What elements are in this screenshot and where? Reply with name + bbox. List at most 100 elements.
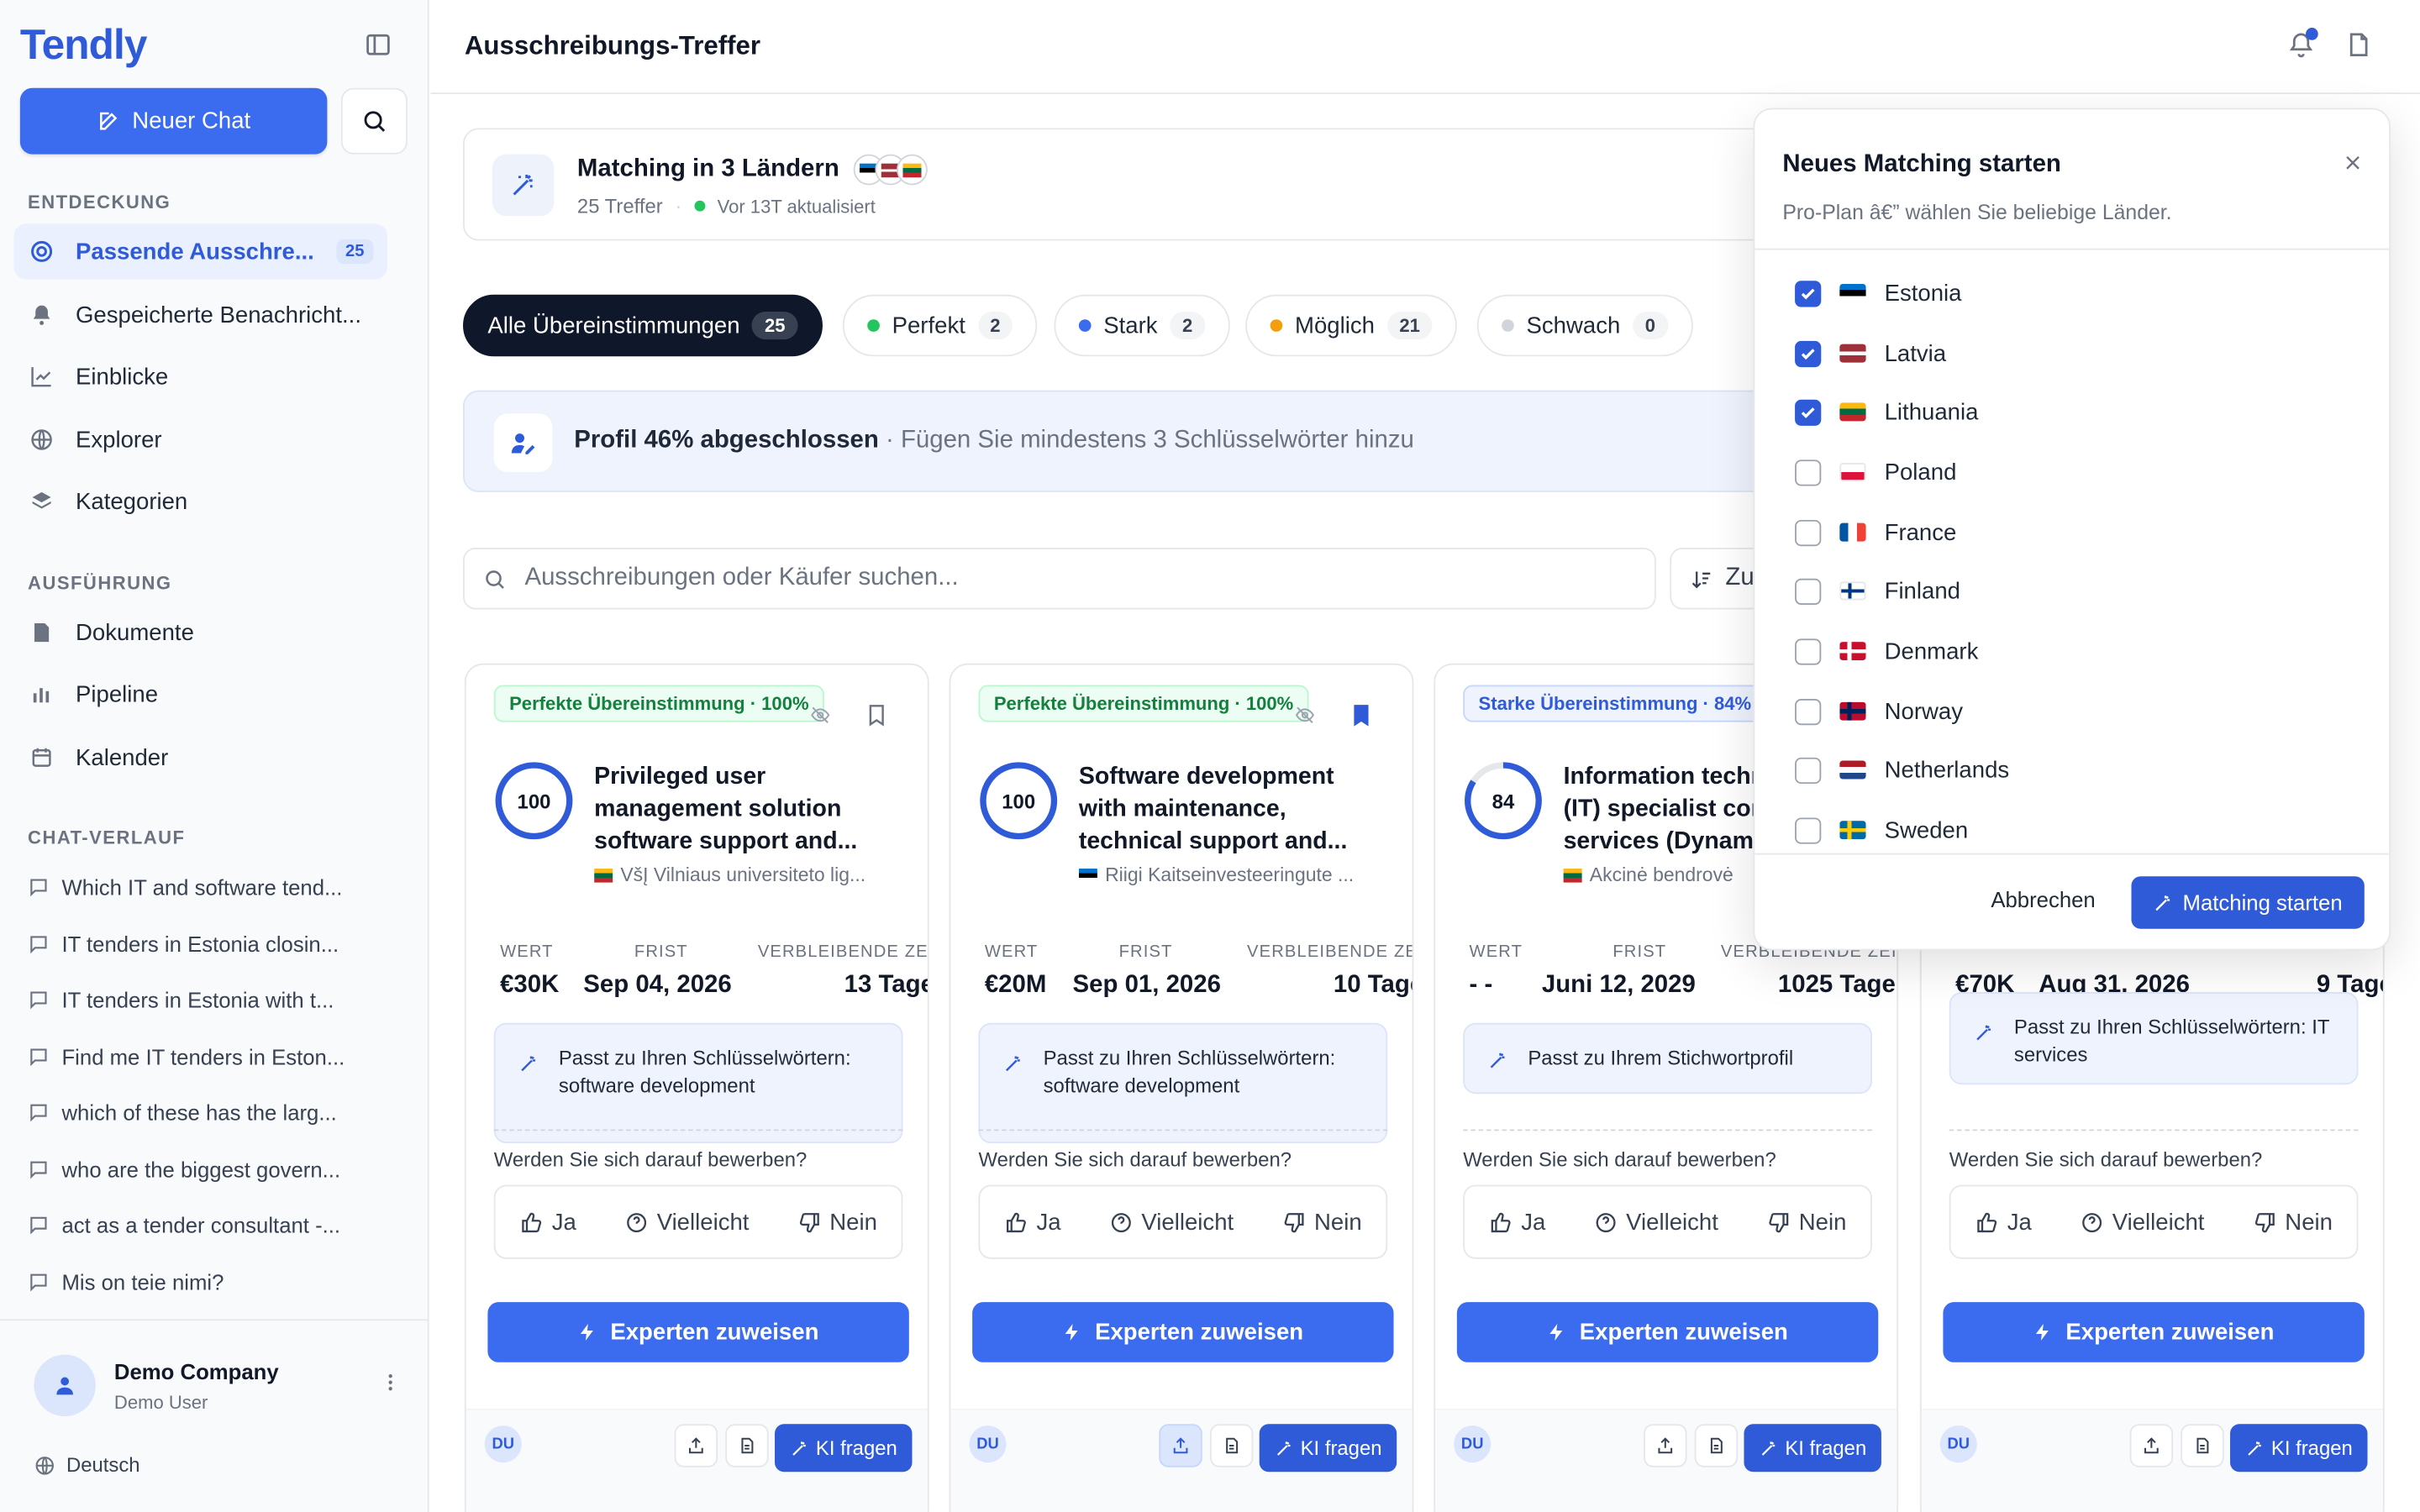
checkbox[interactable] [1795,756,1822,784]
sidebar-item-categories[interactable]: Kategorien [14,474,416,529]
popup-footer: Abbrechen Matching starten [1754,853,2390,949]
document-button[interactable] [1209,1424,1254,1467]
filter-perfect[interactable]: Perfekt 2 [842,294,1038,357]
cancel-button[interactable]: Abbrechen [1991,887,2095,911]
vote-yes-button[interactable]: Ja [519,1209,576,1235]
checkbox[interactable] [1795,519,1822,546]
chat-history-item[interactable]: IT tenders in Estonia with t... [28,977,406,1023]
share-button[interactable] [1644,1424,1687,1467]
chat-history-item[interactable]: act as a tender consultant -... [28,1202,406,1248]
ask-ai-button[interactable]: KI fragen [1259,1424,1397,1473]
sidebar-item-pipeline[interactable]: Pipeline [14,666,416,722]
filter-label: Möglich [1294,312,1375,339]
checkbox[interactable] [1795,698,1822,725]
chat-history-item[interactable]: who are the biggest govern... [28,1147,406,1193]
tender-card[interactable]: Perfekte Übereinstimmung · 100% 100 Priv… [464,663,929,1512]
ask-ai-button[interactable]: KI fragen [1744,1424,1881,1473]
country-option-sweden[interactable]: Sweden [1795,807,1968,853]
country-option-denmark[interactable]: Denmark [1795,628,1978,675]
checkbox-checked[interactable] [1795,339,1822,367]
sidebar-item-saved-alerts[interactable]: Gespeicherte Benachricht... [14,287,416,343]
sidebar-item-documents[interactable]: Dokumente [14,605,416,660]
chat-history-item[interactable]: Which IT and software tend... [28,864,406,911]
vote-no-button[interactable]: Nein [1766,1209,1846,1235]
ask-ai-button[interactable]: KI fragen [775,1424,913,1473]
checkbox[interactable] [1795,638,1822,664]
tender-title[interactable]: Software development with maintenance, t… [1079,760,1387,858]
eye-off-icon[interactable] [810,705,830,732]
sidebar-item-explorer[interactable]: Explorer [14,412,416,467]
bookmark-filled-icon[interactable] [1349,702,1373,736]
vote-maybe-button[interactable]: Vielleicht [624,1209,749,1235]
bar-chart-icon [33,688,50,703]
country-option-poland[interactable]: Poland [1795,449,1956,495]
more-vertical-icon[interactable] [380,1372,402,1401]
vote-label: Vielleicht [656,1209,750,1236]
document-button[interactable] [725,1424,769,1467]
country-option-lithuania[interactable]: Lithuania [1795,389,1978,435]
thumbs-down-icon [2254,1212,2274,1232]
chat-history-item[interactable]: IT tenders in Estonia closin... [28,921,406,968]
filter-weak[interactable]: Schwach 0 [1476,294,1693,357]
close-icon[interactable] [2343,153,2363,181]
chat-history-item[interactable]: Mis on teie nimi? [28,1259,406,1305]
netherlands-flag-icon [1839,760,1866,780]
country-option-netherlands[interactable]: Netherlands [1795,747,2009,793]
vote-yes-button[interactable]: Ja [1975,1209,2032,1235]
document-button[interactable] [1694,1424,1739,1467]
start-matching-label: Matching starten [2182,890,2343,916]
upload-icon [1173,1437,1188,1454]
bookmark-icon[interactable] [865,702,889,736]
tender-title[interactable]: Privileged user management solution soft… [594,760,902,858]
share-button[interactable] [1159,1424,1202,1467]
user-profile[interactable]: Demo Company Demo User Deutsch [0,1319,429,1512]
country-option-finland[interactable]: Finland [1795,568,1960,614]
assign-expert-button[interactable]: Experten zuweisen [972,1302,1394,1362]
ask-ai-button[interactable]: KI fragen [2230,1424,2368,1473]
checkbox[interactable] [1795,816,1822,843]
sidebar-item-insights[interactable]: Einblicke [14,349,416,404]
country-label: Norway [1884,698,1964,725]
filter-all[interactable]: Alle Übereinstimmungen 25 [463,294,823,357]
country-option-france[interactable]: France [1795,509,1956,555]
sort-icon [1691,570,1711,588]
sidebar-toggle-icon[interactable] [364,31,397,65]
vote-yes-button[interactable]: Ja [1489,1209,1545,1235]
country-option-norway[interactable]: Norway [1795,688,1963,734]
vote-no-button[interactable]: Nein [2253,1209,2333,1235]
checkbox-checked[interactable] [1795,398,1822,426]
country-option-estonia[interactable]: Estonia [1795,270,1962,316]
assign-expert-button[interactable]: Experten zuweisen [1456,1302,1879,1362]
share-button[interactable] [674,1424,718,1467]
sidebar-item-calendar[interactable]: Kalender [14,730,416,785]
filter-strong[interactable]: Stark 2 [1054,294,1230,357]
vote-yes-button[interactable]: Ja [1004,1209,1061,1235]
eye-off-icon[interactable] [1295,705,1315,732]
filter-count: 25 [752,312,798,340]
share-button[interactable] [2129,1424,2174,1467]
document-icon[interactable] [2344,31,2372,66]
country-option-latvia[interactable]: Latvia [1795,330,1946,376]
tender-card[interactable]: Perfekte Übereinstimmung · 100% 100 Soft… [949,663,1414,1512]
new-chat-button[interactable]: Neuer Chat [19,87,328,155]
vote-maybe-button[interactable]: Vielleicht [1109,1209,1234,1235]
filter-possible[interactable]: Möglich 21 [1245,294,1457,357]
start-matching-button[interactable]: Matching starten [2131,876,2365,929]
vote-maybe-button[interactable]: Vielleicht [2080,1209,2204,1235]
sidebar-item-matching-tenders[interactable]: Passende Ausschre... 25 [13,223,388,280]
vote-no-button[interactable]: Nein [797,1209,877,1235]
vote-maybe-button[interactable]: Vielleicht [1594,1209,1718,1235]
checkbox[interactable] [1795,459,1822,486]
assign-expert-button[interactable]: Experten zuweisen [487,1302,909,1362]
vote-no-button[interactable]: Nein [1281,1209,1362,1235]
profile-completion-banner[interactable]: Profil 46% abgeschlossen · Fügen Sie min… [463,390,1853,492]
sidebar-search-button[interactable] [340,87,408,155]
chat-history-item[interactable]: Find me IT tenders in Eston... [28,1034,406,1080]
assign-expert-button[interactable]: Experten zuweisen [1943,1302,2365,1362]
checkbox-checked[interactable] [1795,280,1822,307]
chat-history-item[interactable]: which of these has the larg... [28,1089,406,1136]
document-button[interactable] [2181,1424,2224,1467]
search-input[interactable]: Ausschreibungen oder Käufer suchen... [463,548,1656,610]
language-selector[interactable]: Deutsch [34,1453,140,1477]
checkbox[interactable] [1795,577,1822,605]
